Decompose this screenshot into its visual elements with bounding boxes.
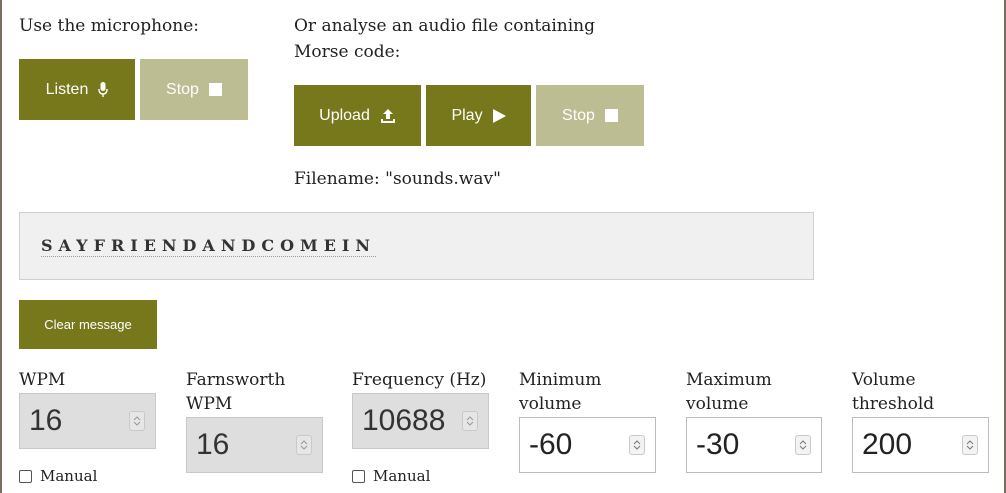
frequency-manual-label: Manual <box>373 467 431 485</box>
play-label: Play <box>451 106 483 124</box>
min-volume-spinner[interactable] <box>629 435 645 455</box>
farnsworth-spinner[interactable] <box>296 435 312 455</box>
wpm-value: 16 <box>29 404 63 437</box>
upload-button[interactable]: Upload <box>294 85 421 146</box>
max-volume-spinner[interactable] <box>795 435 811 455</box>
microphone-heading: Use the microphone: <box>19 16 200 36</box>
wpm-label: WPM <box>19 370 66 390</box>
min-volume-value: -60 <box>529 428 573 461</box>
play-button[interactable]: Play <box>426 85 531 146</box>
wpm-input[interactable]: 16 <box>19 393 156 449</box>
upload-icon <box>380 108 396 124</box>
play-icon <box>492 108 506 123</box>
upload-label: Upload <box>319 106 370 124</box>
listen-button[interactable]: Listen <box>19 59 135 120</box>
max-volume-label: Maximum volume <box>686 370 772 414</box>
wpm-manual-checkbox[interactable] <box>19 469 32 483</box>
frequency-input[interactable]: 10688 <box>352 393 489 449</box>
frequency-manual-checkbox[interactable] <box>352 469 365 483</box>
farnsworth-value: 16 <box>196 428 230 461</box>
wpm-spinner[interactable] <box>129 411 145 431</box>
decoded-message-text: SAYFRIENDANDCOMEIN <box>41 236 377 257</box>
frequency-value: 10688 <box>362 404 446 437</box>
threshold-label: Volume threshold <box>852 370 935 414</box>
frequency-manual-row[interactable]: Manual <box>352 467 430 485</box>
frequency-spinner[interactable] <box>462 411 478 431</box>
stop-icon <box>208 83 222 96</box>
min-volume-input[interactable]: -60 <box>519 417 656 473</box>
farnsworth-label: Farnsworth WPM <box>186 370 286 414</box>
threshold-value: 200 <box>862 428 913 461</box>
filename-text: Filename: "sounds.wav" <box>294 169 501 189</box>
file-heading: Or analyse an audio file containing Mors… <box>294 16 596 62</box>
window-left-edge <box>0 0 2 493</box>
mic-stop-button[interactable]: Stop <box>140 59 248 120</box>
mic-stop-label: Stop <box>166 80 199 98</box>
wpm-manual-row[interactable]: Manual <box>19 467 97 485</box>
farnsworth-input[interactable]: 16 <box>186 417 323 473</box>
min-volume-label: Minimum volume <box>519 370 602 414</box>
listen-label: Listen <box>45 80 89 98</box>
microphone-icon <box>98 81 109 98</box>
max-volume-value: -30 <box>696 428 740 461</box>
file-stop-label: Stop <box>562 106 595 124</box>
clear-message-button[interactable]: Clear message <box>19 300 157 349</box>
frequency-label: Frequency (Hz) <box>352 370 487 390</box>
wpm-manual-label: Manual <box>40 467 98 485</box>
decoded-message-box: SAYFRIENDANDCOMEIN <box>19 212 814 280</box>
stop-icon <box>604 109 618 122</box>
max-volume-input[interactable]: -30 <box>686 417 822 473</box>
threshold-input[interactable]: 200 <box>852 417 989 473</box>
file-stop-button[interactable]: Stop <box>536 85 644 146</box>
threshold-spinner[interactable] <box>962 435 978 455</box>
